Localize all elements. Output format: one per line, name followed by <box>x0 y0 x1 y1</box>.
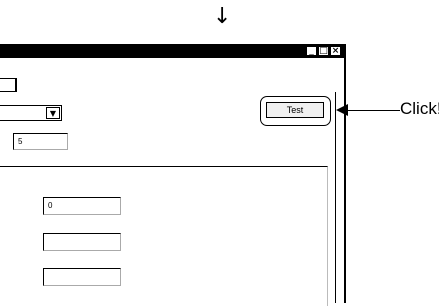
tab-divider <box>16 78 19 92</box>
chevron-down-icon[interactable]: ▼ <box>46 107 60 119</box>
pointer-arrow-icon <box>336 104 348 116</box>
maximize-button[interactable]: □ <box>318 46 329 56</box>
title-bar[interactable]: _ □ × <box>0 44 344 58</box>
tab-stub[interactable] <box>0 78 16 92</box>
down-arrow-annotation: ↓ <box>213 4 232 29</box>
application-window: _ □ × ▼ 5 Test 0 <box>0 44 346 306</box>
test-button-highlight: Test <box>260 96 331 126</box>
combo-box[interactable]: ▼ <box>0 105 62 121</box>
close-button[interactable]: × <box>330 46 341 56</box>
count-field[interactable]: 5 <box>13 133 68 150</box>
value-field[interactable] <box>43 233 121 251</box>
value-field[interactable]: 0 <box>43 197 121 215</box>
pointer-arrow-line <box>344 110 400 111</box>
scrollbar[interactable] <box>335 92 338 303</box>
test-button[interactable]: Test <box>266 102 324 118</box>
minimize-button[interactable]: _ <box>306 46 317 56</box>
value-field[interactable] <box>43 268 121 286</box>
click-annotation: Click! <box>400 99 439 118</box>
